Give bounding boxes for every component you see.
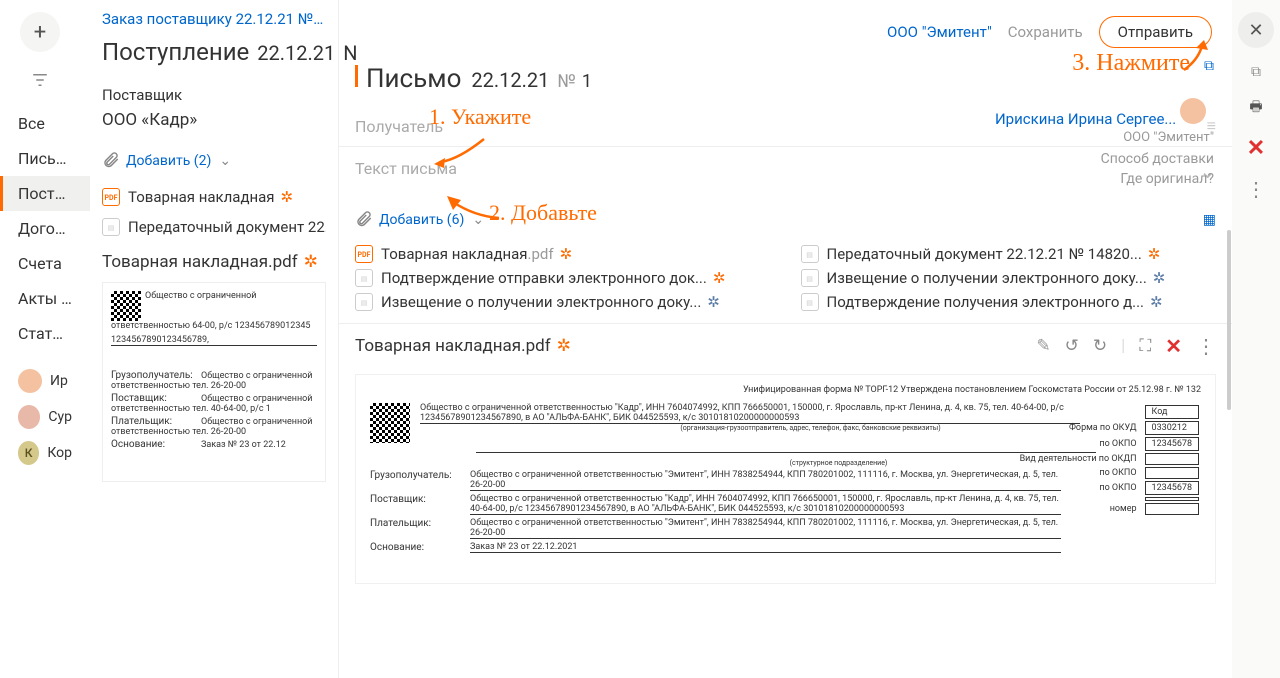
fullscreen-icon[interactable]: ⛶: [1139, 336, 1151, 356]
qr-icon: [111, 291, 141, 321]
file-list: PDF Товарная накладная ✲ ▤ Передаточный …: [90, 182, 338, 242]
original-link[interactable]: Где оригинал?: [964, 171, 1214, 187]
nav-stats[interactable]: Статист: [0, 316, 90, 351]
preview-bar: Товарная накладная.pdf ✲ ✎ ↺ ↻ | ⛶ ✕ ⋮: [339, 323, 1232, 368]
preview-title: Товарная накладная.pdf: [355, 336, 551, 356]
doc-icon: ▤: [801, 245, 819, 263]
signature-icon: ✲: [1148, 245, 1161, 263]
avatar: К: [18, 441, 39, 465]
avatar: [18, 369, 42, 393]
doc-icon: ▤: [801, 293, 819, 311]
nav-list: Все Письма Поступл Договор Счета Акты св…: [0, 106, 90, 351]
signature-icon: ✲: [304, 252, 318, 272]
paperclip-icon: [355, 209, 373, 231]
supplier-value: ООО «Кадр»: [102, 110, 326, 130]
letter-title: Письмо: [366, 64, 461, 94]
nav-letters[interactable]: Письма: [0, 141, 90, 176]
signature-icon: ✲: [281, 188, 294, 206]
scrollbar[interactable]: [1226, 0, 1232, 678]
more-icon[interactable]: ⋮: [1196, 334, 1216, 358]
save-button[interactable]: Сохранить: [1008, 23, 1083, 41]
pdf-icon: PDF: [102, 188, 120, 206]
nav-acts[interactable]: Акты св: [0, 281, 90, 316]
sender-box: ⧉ Ирискина Ирина Сергее... ООО "Эмитент"…: [964, 60, 1214, 187]
file-row[interactable]: ▤ Передаточный документ 22.12.21: [102, 212, 326, 242]
letter-no-label: №: [557, 71, 576, 92]
file-grid: PDFТоварная накладная.pdf✲ ▤Передаточный…: [339, 241, 1232, 323]
user-item[interactable]: Сур: [0, 399, 90, 435]
user-item[interactable]: ККор: [0, 435, 90, 471]
more-icon[interactable]: ⋮: [1246, 177, 1266, 201]
user-item[interactable]: Ир: [0, 363, 90, 399]
document-view[interactable]: Унифицированная форма № ТОРГ-12 Утвержде…: [355, 374, 1216, 584]
arrow-icon: [429, 134, 489, 174]
signature-icon: ✲: [557, 336, 571, 356]
right-toolbar: ✕ ⧉ 🖶 ✕ ⋮: [1232, 0, 1280, 678]
edit-icon[interactable]: ✎: [1036, 336, 1050, 356]
nav-all[interactable]: Все: [0, 106, 90, 141]
signature-icon: ✲: [1150, 293, 1163, 311]
doc-icon: ▤: [801, 269, 819, 287]
page-date: 22.12.21: [257, 41, 335, 65]
middle-panel: Заказ поставщику 22.12.21 №23 Поступлени…: [90, 0, 338, 678]
file-row[interactable]: ▤Подтверждение получения электронного д.…: [801, 293, 1217, 311]
breadcrumb[interactable]: Заказ поставщику 22.12.21 №23: [90, 0, 338, 32]
file-row[interactable]: ▤Передаточный документ 22.12.21 № 14820.…: [801, 245, 1217, 263]
chevron-down-icon[interactable]: ⌄: [219, 153, 231, 169]
arrow-icon: [439, 188, 509, 228]
pdf-icon: PDF: [355, 245, 373, 263]
signature-icon: ✲: [713, 269, 726, 287]
filter-icon[interactable]: [20, 60, 60, 100]
delivery-method-link[interactable]: Способ доставки: [964, 151, 1214, 167]
file-row[interactable]: ▤Извещение о получении электронного доку…: [801, 269, 1217, 287]
letter-date: 22.12.21: [471, 68, 549, 92]
doc-icon: ▤: [355, 269, 373, 287]
left-sidebar: + Все Письма Поступл Договор Счета Акты …: [0, 0, 90, 678]
file-row[interactable]: PDFТоварная накладная.pdf✲: [355, 245, 771, 263]
paperclip-icon: [102, 150, 120, 172]
avatar: [1180, 98, 1206, 124]
sender-org: ООО "Эмитент": [964, 130, 1214, 145]
undo-icon[interactable]: ↺: [1065, 336, 1079, 356]
nav-incoming[interactable]: Поступл: [0, 176, 90, 211]
new-button[interactable]: +: [20, 12, 60, 52]
signature-icon: ✲: [1153, 269, 1166, 287]
topbar: ООО "Эмитент" Сохранить Отправить: [339, 0, 1232, 64]
arrow-icon: [1176, 36, 1216, 76]
sender-name[interactable]: Ирискина Ирина Сергее...: [964, 98, 1214, 128]
print-icon[interactable]: 🖶: [1249, 96, 1262, 120]
file-row[interactable]: ▤Извещение о получении электронного доку…: [355, 293, 771, 311]
nav-contracts[interactable]: Договор: [0, 211, 90, 246]
file-row[interactable]: PDF Товарная накладная ✲: [102, 182, 326, 212]
close-button[interactable]: ✕: [1238, 12, 1274, 48]
nav-invoices[interactable]: Счета: [0, 246, 90, 281]
supplier-label: Поставщик: [102, 86, 326, 104]
add-file-button[interactable]: Добавить (2) ⌄: [90, 140, 338, 182]
close-icon[interactable]: ✕: [1165, 334, 1182, 358]
signature-icon: ✲: [560, 245, 573, 263]
file-row[interactable]: ▤Подтверждение отправки электронного док…: [355, 269, 771, 287]
grid-view-icon[interactable]: ▦: [1203, 212, 1216, 228]
page-title: Поступление: [102, 38, 249, 66]
doc-icon: ▤: [102, 218, 120, 236]
copy-icon[interactable]: ⧉: [1251, 64, 1261, 80]
doc-icon: ▤: [355, 293, 373, 311]
qr-icon: [370, 403, 410, 443]
org-link[interactable]: ООО "Эмитент": [887, 23, 992, 41]
delete-icon[interactable]: ✕: [1247, 136, 1265, 161]
accent-bar: [355, 65, 358, 87]
document-preview[interactable]: Общество с ограниченной ответственностью…: [102, 282, 326, 482]
avatar: [18, 405, 40, 429]
main-panel: ООО "Эмитент" Сохранить Отправить Письмо…: [338, 0, 1232, 678]
preview-title: Товарная накладная.pdf✲: [90, 242, 338, 282]
redo-icon[interactable]: ↻: [1093, 336, 1107, 356]
signature-icon: ✲: [707, 293, 720, 311]
letter-no: 1: [582, 71, 592, 92]
user-list: Ир Сур ККор: [0, 363, 90, 471]
